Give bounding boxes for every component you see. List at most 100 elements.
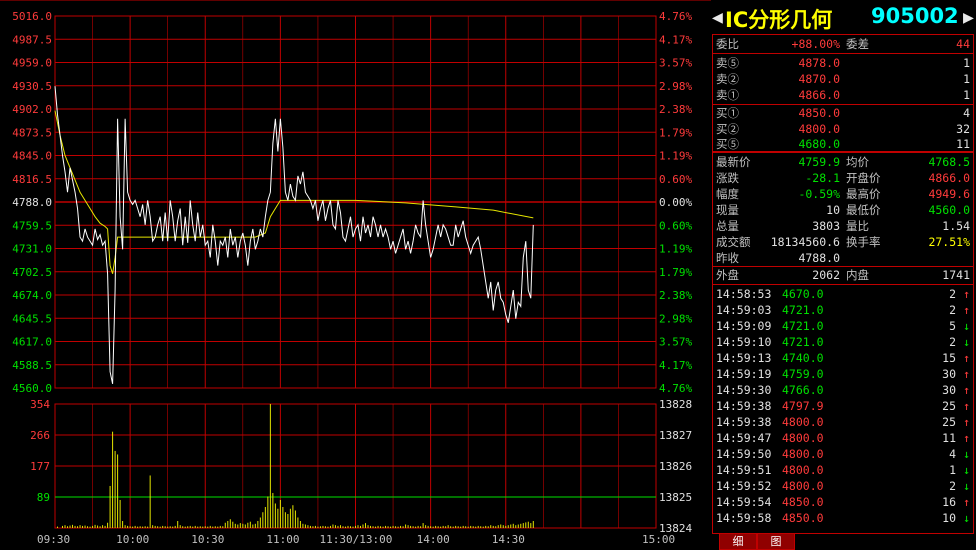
- tick-price: 4721.0: [782, 335, 824, 349]
- webi-label: 委比: [716, 37, 739, 51]
- price-tick-label: 4959.0: [12, 57, 52, 70]
- price-tick-label: 4617.0: [12, 336, 52, 349]
- tick-time: 14:59:38: [716, 399, 772, 413]
- tick-price: 4800.0: [782, 431, 824, 445]
- quote-value: 4788.0: [798, 251, 840, 265]
- price-tick-label: 4902.0: [12, 103, 52, 116]
- tick-time: 14:59:19: [716, 367, 772, 381]
- tick-volume: 30: [942, 383, 956, 397]
- tick-row: 14:59:38 4800.0 25 ↑: [716, 414, 970, 430]
- tab-chart[interactable]: 图: [757, 533, 795, 550]
- intraday-chart[interactable]: 5016.0 4.76% 4987.5 4.17% 4959.0 3.57% 4930.5 2…: [0, 0, 711, 549]
- tick-price: 4800.0: [782, 479, 824, 493]
- tick-volume: 10: [942, 511, 956, 525]
- quote-label: 最低价: [846, 203, 881, 217]
- webi-value: +88.00%: [791, 37, 840, 51]
- tick-direction-icon: ↑: [963, 351, 970, 365]
- quote-label: 最高价: [846, 187, 881, 201]
- price-tick-label: 4560.0: [12, 382, 52, 395]
- tick-direction-icon: ↑: [963, 399, 970, 413]
- instrument-code: 905002: [871, 4, 959, 28]
- price-tick-label: 4845.0: [12, 150, 52, 163]
- quote-row: 最新价 4759.9 均价 4768.5: [716, 154, 970, 170]
- pct-tick-label: 2.98%: [659, 312, 692, 325]
- next-arrow-icon[interactable]: ▶: [963, 7, 974, 28]
- tick-direction-icon: ↓: [963, 463, 970, 477]
- pct-tick-label: 4.17%: [659, 33, 692, 46]
- tick-time: 14:59:03: [716, 303, 772, 317]
- pct-tick-label: 1.79%: [659, 266, 692, 279]
- tick-volume: 16: [942, 495, 956, 509]
- tick-volume: 5: [949, 319, 956, 333]
- prev-arrow-icon[interactable]: ◀: [712, 7, 723, 28]
- oi-tick-label: 13826: [659, 460, 692, 473]
- bid-row: 买⑤ 4680.0 11: [716, 137, 970, 151]
- tick-price: 4800.0: [782, 447, 824, 461]
- tick-row: 14:58:53 4670.0 2 ↑: [716, 286, 970, 302]
- quote-value: -28.1: [805, 171, 840, 185]
- pct-tick-label: 4.17%: [659, 359, 692, 372]
- pct-tick-label: 1.79%: [659, 126, 692, 139]
- quote-row: 成交额 18134560.6 换手率 27.51%: [716, 234, 970, 250]
- quote-row: 总量 3803 量比 1.54: [716, 218, 970, 234]
- quote-value: 4768.5: [928, 155, 970, 169]
- pct-tick-label: 2.38%: [659, 103, 692, 116]
- tab-detail[interactable]: 细: [719, 533, 757, 550]
- tick-row: 14:59:52 4800.0 2 ↓: [716, 478, 970, 494]
- average-price-line: [54, 110, 534, 274]
- inner-label: 内盘: [846, 268, 869, 282]
- volume-tick-label: 354: [30, 398, 50, 411]
- tick-direction-icon: ↑: [963, 287, 970, 301]
- price-tick-label: 4788.0: [12, 196, 52, 209]
- quote-label: 开盘价: [846, 171, 881, 185]
- tick-time: 14:59:30: [716, 383, 772, 397]
- tick-volume: 2: [949, 335, 956, 349]
- tick-row: 14:59:51 4800.0 1 ↓: [716, 462, 970, 478]
- quote-value: 27.51%: [928, 235, 970, 249]
- tick-direction-icon: ↓: [963, 511, 970, 525]
- pct-tick-label: 0.00%: [659, 196, 692, 209]
- pct-tick-label: 1.19%: [659, 243, 692, 256]
- tick-volume: 15: [942, 351, 956, 365]
- quote-label: 成交额: [716, 235, 751, 249]
- quote-value: 18134560.6: [770, 235, 840, 249]
- pct-tick-label: 3.57%: [659, 336, 692, 349]
- quote-row: 幅度 -0.59% 最高价 4949.6: [716, 186, 970, 202]
- time-tick-label: 14:00: [417, 533, 450, 546]
- quote-label: 现量: [716, 203, 739, 217]
- volume-tick-label: 89: [37, 491, 50, 504]
- tick-direction-icon: ↓: [963, 335, 970, 349]
- ask-row: 卖② 4870.0 1: [716, 72, 970, 86]
- time-tick-label: 14:30: [492, 533, 525, 546]
- tick-row: 14:59:30 4766.0 30 ↑: [716, 382, 970, 398]
- quote-label: 昨收: [716, 251, 739, 265]
- quote-row: 涨跌 -28.1 开盘价 4866.0: [716, 170, 970, 186]
- time-tick-label: 10:30: [191, 533, 224, 546]
- price-tick-label: 4987.5: [12, 33, 52, 46]
- tick-direction-icon: ↑: [963, 415, 970, 429]
- tick-volume: 2: [949, 479, 956, 493]
- tick-price: 4850.0: [782, 495, 824, 509]
- tick-time: 14:58:53: [716, 287, 772, 301]
- tick-list[interactable]: 14:58:53 4670.0 2 ↑ 14:59:03 4721.0 2 ↑ 14:59:09…: [712, 284, 974, 534]
- quote-row: 现量 10 最低价 4560.0: [716, 202, 970, 218]
- quote-row: 昨收 4788.0: [716, 250, 970, 266]
- tick-volume: 2: [949, 287, 956, 301]
- time-tick-label: 15:00: [642, 533, 675, 546]
- tick-price: 4759.0: [782, 367, 824, 381]
- outer-inner-panel: 外盘 2062 内盘 1741: [712, 266, 974, 285]
- tick-price: 4850.0: [782, 511, 824, 525]
- pct-tick-label: 3.57%: [659, 57, 692, 70]
- bid-row: 买② 4800.0 32: [716, 122, 970, 136]
- tick-direction-icon: ↓: [963, 319, 970, 333]
- time-tick-label: 09:30: [37, 533, 70, 546]
- pct-tick-label: 4.76%: [659, 10, 692, 23]
- inner-value: 1741: [942, 268, 970, 282]
- oi-tick-label: 13825: [659, 491, 692, 504]
- volume-tick-label: 266: [30, 429, 50, 442]
- price-tick-label: 5016.0: [12, 10, 52, 23]
- quote-label: 幅度: [716, 187, 739, 201]
- quote-value: 4866.0: [928, 171, 970, 185]
- price-tick-label: 4930.5: [12, 80, 52, 93]
- tick-time: 14:59:09: [716, 319, 772, 333]
